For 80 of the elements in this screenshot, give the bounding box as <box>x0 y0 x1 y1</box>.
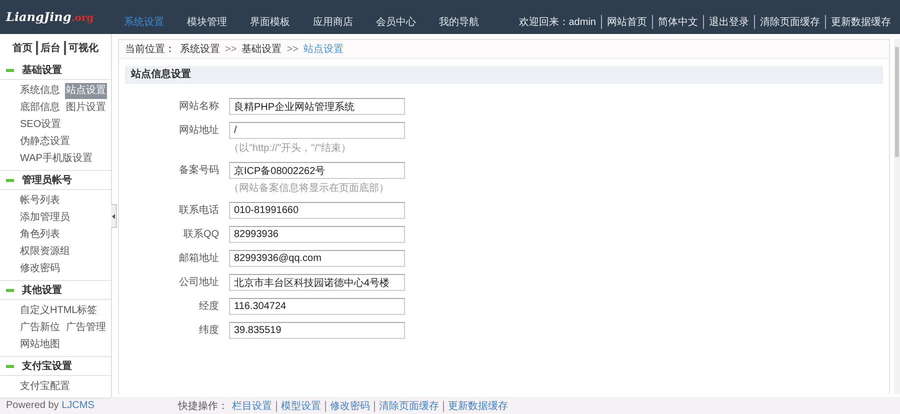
field-label: 公司地址 <box>178 276 219 290</box>
header-link[interactable]: 清除页面缓存 <box>754 15 825 29</box>
quick-link[interactable]: 模型设置 <box>276 400 325 412</box>
group-header[interactable]: 管理员帐号 <box>0 171 111 190</box>
field-label: 备案号码 <box>178 164 219 178</box>
nav-tab[interactable]: 模块管理 <box>187 15 250 29</box>
breadcrumb-separator: >> <box>225 44 237 54</box>
field-label: 邮箱地址 <box>178 252 219 266</box>
nav-tab[interactable]: 界面模板 <box>250 15 313 29</box>
sidebar-item[interactable]: 伪静态设置 <box>19 134 71 150</box>
header-link[interactable]: 更新数据缓存 <box>825 15 896 29</box>
group-header[interactable]: 基础设置 <box>0 61 111 80</box>
input-field[interactable]: 39.835519 <box>229 322 405 339</box>
group-title: 管理员帐号 <box>22 174 72 187</box>
sidebar-item[interactable]: 权限资源组 <box>19 244 71 260</box>
section-title: 站点信息设置 <box>125 66 883 84</box>
nav-tab[interactable]: 我的导航 <box>439 15 502 29</box>
input-field[interactable]: 82993936@qq.com <box>229 250 405 267</box>
field-label: 网站名称 <box>178 100 219 114</box>
header-link[interactable]: 欢迎回来：admin <box>514 15 601 29</box>
group-title: 其他设置 <box>22 284 62 297</box>
field-label: 经度 <box>198 300 219 314</box>
powered-by-text: Powered by LJCMS <box>6 400 96 411</box>
site-logo[interactable]: LiangJing.org <box>6 10 124 24</box>
sidebar-item[interactable]: 网站地图 <box>19 337 61 353</box>
group-header[interactable]: 支付宝设置 <box>0 357 111 376</box>
sidebar-item[interactable]: SEO设置 <box>19 117 62 133</box>
field-hint: （以"http://"开头，"/"结束） <box>229 142 352 155</box>
sidebar-item[interactable]: 广告管理 <box>65 320 107 336</box>
breadcrumb-link[interactable]: 系统设置 <box>180 42 220 56</box>
nav-tab[interactable]: 会员中心 <box>376 15 439 29</box>
quick-link[interactable]: 清除页面缓存 <box>374 400 443 412</box>
nav-tab[interactable]: 应用商店 <box>313 15 376 29</box>
breadcrumb-label: 当前位置： <box>125 42 175 56</box>
sidebar-top-link[interactable]: 后台 <box>36 41 64 55</box>
collapse-icon <box>6 178 14 182</box>
sidebar-item[interactable]: 系统信息 <box>19 83 61 99</box>
group-header[interactable]: 其他设置 <box>0 281 111 300</box>
field-label: 联系电话 <box>178 204 219 218</box>
collapse-handle[interactable] <box>111 204 117 228</box>
sidebar-top-link[interactable]: 首页 <box>10 41 36 55</box>
collapse-icon <box>6 364 14 368</box>
header-link[interactable]: 退出登录 <box>703 15 754 29</box>
quick-link[interactable]: 更新数据缓存 <box>443 400 512 412</box>
sidebar-item[interactable]: 帐号列表 <box>19 193 61 209</box>
collapse-icon <box>6 68 14 72</box>
input-field[interactable]: 116.304724 <box>229 298 405 315</box>
input-field[interactable]: 82993936 <box>229 226 405 243</box>
input-field[interactable]: 京ICP备08002262号 <box>229 162 405 179</box>
sidebar-top-link[interactable]: 可视化 <box>64 41 102 55</box>
sidebar-item[interactable]: 底部信息 <box>19 100 61 116</box>
sidebar-item[interactable]: WAP手机版设置 <box>19 151 94 167</box>
quick-link[interactable]: 修改密码 <box>325 400 374 412</box>
sidebar-item[interactable]: 支付宝配置 <box>19 379 71 395</box>
breadcrumb-link[interactable]: 基础设置 <box>242 42 282 56</box>
header-link[interactable]: 网站首页 <box>601 15 652 29</box>
sidebar-item[interactable]: 图片设置 <box>65 100 107 116</box>
brand-link[interactable]: LJCMS <box>62 400 94 411</box>
field-label: 联系QQ <box>182 228 219 242</box>
field-hint: （网站备案信息将显示在页面底部） <box>229 182 390 195</box>
header-link[interactable]: 简体中文 <box>652 15 703 29</box>
breadcrumb-separator: >> <box>286 44 298 54</box>
input-field[interactable]: 010-81991660 <box>229 202 405 219</box>
sidebar-item[interactable]: 添加管理员 <box>19 210 71 226</box>
sidebar-item[interactable]: 广告新位 <box>19 320 61 336</box>
sidebar-item[interactable]: 自定义HTML标签 <box>19 303 98 319</box>
group-title: 基础设置 <box>22 64 62 77</box>
breadcrumb-current: 站点设置 <box>303 42 344 56</box>
sidebar-item[interactable]: 角色列表 <box>19 227 61 243</box>
scrollbar[interactable] <box>894 39 900 394</box>
group-title: 支付宝设置 <box>22 359 72 373</box>
quick-link[interactable]: 栏目设置 <box>228 400 276 412</box>
input-field[interactable]: / <box>229 122 405 139</box>
input-field[interactable]: 北京市丰台区科技园诺德中心4号楼 <box>229 274 405 291</box>
collapse-icon <box>6 288 14 292</box>
field-label: 网站地址 <box>178 124 219 138</box>
input-field[interactable]: 良精PHP企业网站管理系统 <box>229 98 405 115</box>
field-label: 纬度 <box>198 324 219 338</box>
sidebar-item[interactable]: 修改密码 <box>19 261 61 277</box>
quick-actions-label: 快捷操作： <box>178 400 228 412</box>
